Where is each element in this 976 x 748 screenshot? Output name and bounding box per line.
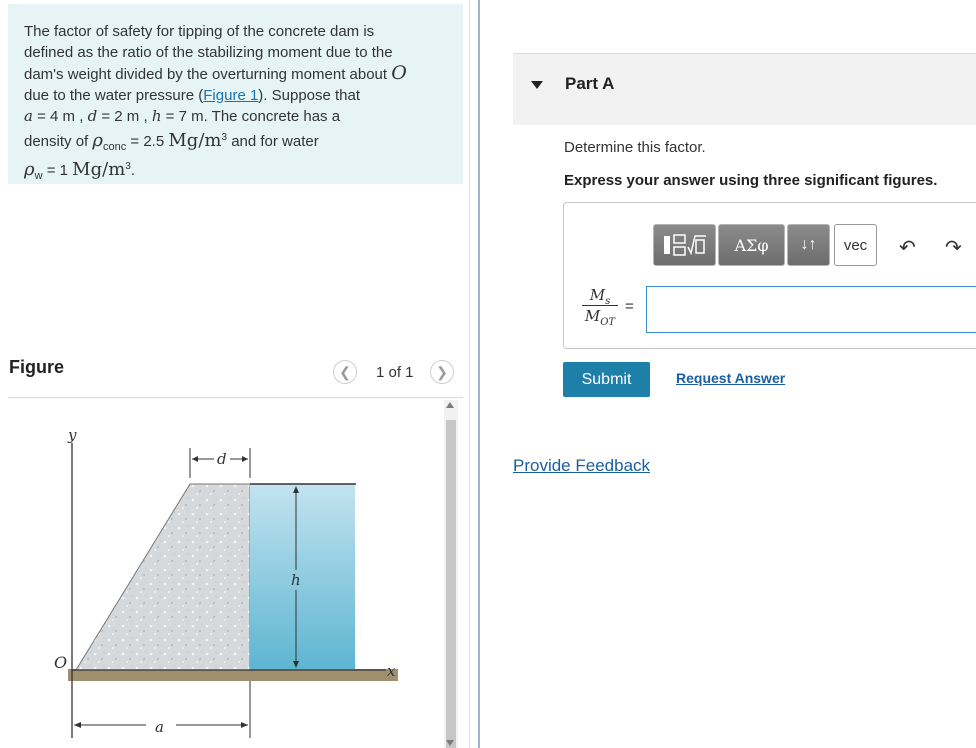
problem-line: dam's weight divided by the overturning … [24, 63, 447, 86]
unit-exponent: 3 [221, 131, 228, 143]
value-d: = 2 m [101, 108, 140, 125]
problem-line: due to the water pressure (Figure 1). Su… [24, 86, 447, 107]
problem-text: dam's weight divided by the overturning … [24, 66, 388, 83]
fraction-bar [582, 305, 618, 306]
unit-mg: Mg/m [72, 159, 126, 180]
rho-symbol: ρ [92, 129, 103, 151]
templates-icon [663, 234, 706, 256]
problem-line: density of ρconc = 2.5 Mg/m3 and for wat… [24, 128, 447, 158]
scrollbar-thumb[interactable] [446, 420, 456, 748]
answer-label-fraction: Ms MOT [578, 286, 622, 328]
fraction-symbol: M [584, 307, 601, 325]
rho-symbol: ρ [24, 159, 35, 180]
arrow-head [192, 456, 198, 462]
caret-down-icon[interactable] [531, 81, 543, 89]
redo-icon[interactable]: ↷ [945, 235, 962, 260]
problem-text: density of [24, 132, 89, 150]
scroll-down-icon[interactable] [446, 740, 454, 746]
h-label: h [291, 571, 301, 589]
var-h: h [151, 107, 162, 125]
arrow-head [241, 722, 248, 728]
part-a-header[interactable]: Part A [513, 53, 976, 125]
var-a: a [24, 107, 33, 125]
water [250, 484, 355, 670]
fraction-subscript: s [605, 296, 611, 307]
problem-text: due to the water pressure ( [24, 86, 204, 104]
point-o: O [391, 62, 407, 84]
fraction-subscript: OT [600, 317, 616, 328]
origin-label: O [54, 653, 67, 672]
ground [68, 669, 398, 681]
question-text: Determine this factor. [564, 139, 706, 156]
a-label: a [155, 718, 164, 736]
problem-line: defined as the ratio of the stabilizing … [24, 43, 393, 61]
fraction-numerator: Ms [578, 286, 622, 307]
problem-text: . The concrete has a [203, 108, 341, 125]
provide-feedback-link[interactable]: Provide Feedback [513, 456, 650, 476]
rho-w-sub: w [34, 170, 43, 182]
x-label: x [387, 662, 396, 680]
var-d: d [87, 107, 98, 125]
problem-line: a = 4 m , d = 2 m , h = 7 m. The concret… [24, 107, 341, 125]
problem-text: ). Suppose that [258, 86, 361, 104]
d-label: d [217, 450, 227, 468]
problem-line: ρw = 1 Mg/m3. [24, 159, 135, 182]
equals-sign: = [625, 298, 634, 315]
figure-heading: Figure [9, 357, 65, 377]
problem-line: The factor of safety for tipping of the … [24, 23, 375, 40]
part-title: Part A [565, 74, 615, 93]
request-answer-link[interactable]: Request Answer [676, 370, 785, 386]
chevron-right-icon[interactable]: ❯ [430, 360, 454, 384]
figure-link[interactable]: Figure 1 [203, 87, 258, 104]
greek-symbols-button[interactable]: ΑΣφ [718, 224, 785, 266]
problem-statement: The factor of safety for tipping of the … [8, 4, 463, 184]
value-h: = 7 m [165, 108, 204, 125]
unit-exponent: 3 [125, 161, 131, 172]
rho-w-value: = 1 [46, 162, 68, 179]
rho-conc-sub: conc [102, 140, 127, 153]
submit-button[interactable]: Submit [563, 362, 650, 397]
value-a: = 4 m [37, 108, 76, 125]
undo-icon[interactable]: ↶ [899, 235, 916, 260]
arrow-head [74, 722, 81, 728]
rho-conc-value: = 2.5 [130, 132, 165, 150]
arrows-button[interactable]: ↓↑ [787, 224, 830, 266]
fraction-denominator: MOT [578, 307, 622, 328]
templates-button[interactable] [653, 224, 716, 266]
arrow-head [242, 456, 248, 462]
scroll-up-icon[interactable] [446, 402, 454, 408]
problem-text: and for water [231, 132, 319, 150]
answer-instruction: Express your answer using three signific… [564, 172, 938, 189]
vec-button[interactable]: vec [834, 224, 877, 266]
column-divider [469, 0, 470, 748]
column-divider [478, 0, 480, 748]
dam-figure: y x O d h a [54, 426, 398, 738]
concrete-dam [75, 483, 251, 671]
chevron-left-icon[interactable]: ❮ [333, 360, 357, 384]
fraction-symbol: M [589, 286, 606, 304]
y-label: y [67, 426, 77, 444]
unit-mg: Mg/m [168, 129, 222, 151]
answer-input[interactable] [646, 286, 976, 333]
figure-pager-text: 1 of 1 [376, 364, 414, 381]
